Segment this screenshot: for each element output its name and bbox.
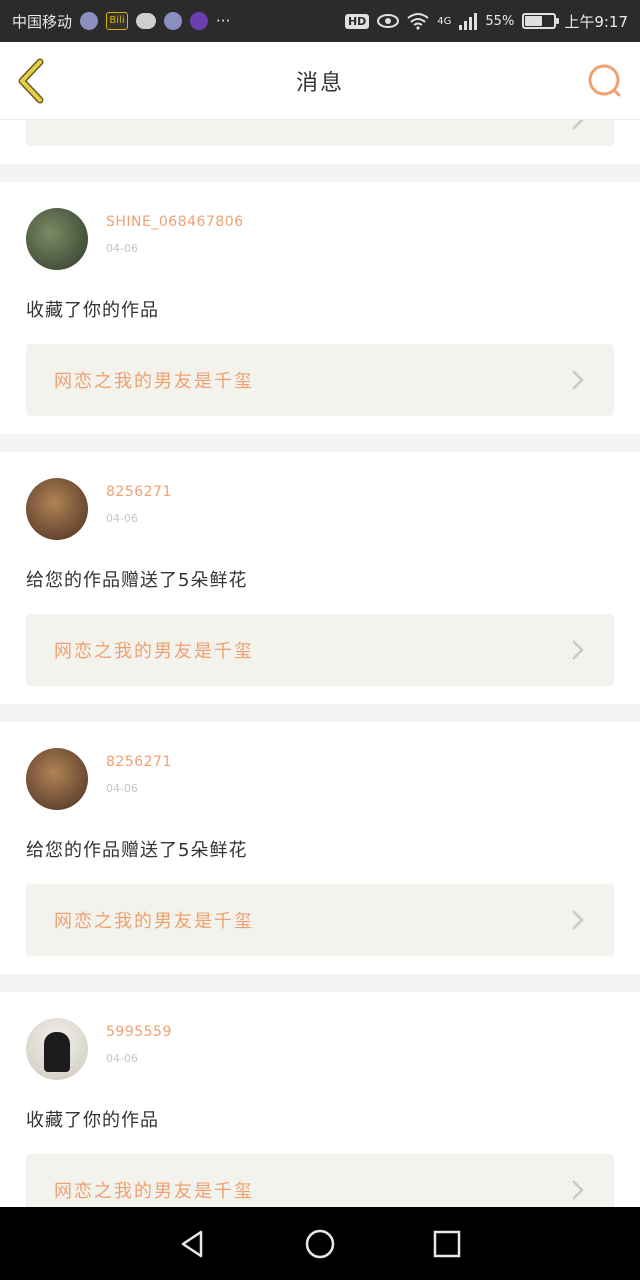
avatar[interactable] <box>26 478 88 540</box>
back-button[interactable] <box>14 58 54 104</box>
previous-work-link[interactable] <box>26 120 614 146</box>
user-row: 5995559 04-06 <box>26 1018 614 1080</box>
work-link[interactable]: 网恋之我的男友是千玺 <box>26 1154 614 1207</box>
battery-percent: 55% <box>485 13 515 29</box>
user-meta: 5995559 04-06 <box>106 1018 172 1065</box>
work-title: 网恋之我的男友是千玺 <box>54 371 254 392</box>
date: 04-06 <box>106 1052 138 1065</box>
app-header: 消息 <box>0 42 640 120</box>
user-row: 8256271 04-06 <box>26 478 614 540</box>
system-nav-bar <box>0 1207 640 1280</box>
notification-app-icon <box>80 12 99 30</box>
notification-card: 8256271 04-06 给您的作品赠送了5朵鲜花 网恋之我的男友是千玺 <box>0 722 640 974</box>
notification-app-icon-3 <box>190 12 209 30</box>
work-title: 网恋之我的男友是千玺 <box>54 641 254 662</box>
work-link[interactable]: 网恋之我的男友是千玺 <box>26 344 614 416</box>
date: 04-06 <box>106 512 138 525</box>
avatar[interactable] <box>26 748 88 810</box>
status-right: HD 4G 55% 上午9:17 <box>344 11 628 32</box>
search-icon <box>588 64 621 97</box>
work-title: 网恋之我的男友是千玺 <box>54 1181 254 1202</box>
user-meta: 8256271 04-06 <box>106 478 172 525</box>
notification-card: SHINE_068467806 04-06 收藏了你的作品 网恋之我的男友是千玺 <box>0 182 640 434</box>
search-button[interactable] <box>586 62 624 100</box>
message-text: 收藏了你的作品 <box>26 1110 159 1131</box>
user-row: 8256271 04-06 <box>26 748 614 810</box>
work-title: 网恋之我的男友是千玺 <box>54 911 254 932</box>
date: 04-06 <box>106 242 138 255</box>
chevron-right-icon <box>572 370 584 390</box>
eye-icon <box>377 14 400 28</box>
username[interactable]: SHINE_068467806 <box>106 214 244 230</box>
previous-card-partial <box>0 120 640 164</box>
network-type: 4G <box>437 15 452 27</box>
message-text: 给您的作品赠送了5朵鲜花 <box>26 840 248 861</box>
username[interactable]: 5995559 <box>106 1024 172 1040</box>
chevron-right-icon <box>572 640 584 660</box>
avatar[interactable] <box>26 208 88 270</box>
circle-home-icon[interactable] <box>300 1224 340 1264</box>
user-meta: SHINE_068467806 04-06 <box>106 208 244 255</box>
chevron-right-icon <box>572 1180 584 1200</box>
bilibili-icon: Bili <box>106 12 129 30</box>
signal-icon <box>459 12 478 30</box>
status-bar: 中国移动 Bili ··· HD 4G 55% 上午9:17 <box>0 0 640 42</box>
clock: 上午9:17 <box>564 12 628 31</box>
user-row: SHINE_068467806 04-06 <box>26 208 614 270</box>
message-text: 收藏了你的作品 <box>26 300 159 321</box>
wechat-icon <box>136 13 157 29</box>
notification-app-icon-2 <box>164 12 183 30</box>
chevron-right-icon <box>572 910 584 930</box>
username[interactable]: 8256271 <box>106 754 172 770</box>
carrier-label: 中国移动 <box>12 12 73 31</box>
hd-icon: HD <box>344 13 370 29</box>
username[interactable]: 8256271 <box>106 484 172 500</box>
wifi-icon <box>407 13 429 30</box>
battery-icon <box>522 13 560 29</box>
message-list[interactable]: SHINE_068467806 04-06 收藏了你的作品 网恋之我的男友是千玺… <box>0 120 640 1207</box>
status-left: 中国移动 Bili ··· <box>12 11 345 32</box>
message-text: 给您的作品赠送了5朵鲜花 <box>26 570 248 591</box>
date: 04-06 <box>106 782 138 795</box>
chevron-left-icon <box>18 58 44 104</box>
work-link[interactable]: 网恋之我的男友是千玺 <box>26 884 614 956</box>
user-meta: 8256271 04-06 <box>106 748 172 795</box>
notification-card: 5995559 04-06 收藏了你的作品 网恋之我的男友是千玺 <box>0 992 640 1207</box>
page-title: 消息 <box>295 70 344 96</box>
square-recent-icon[interactable] <box>427 1224 467 1264</box>
more-notifications-icon: ··· <box>216 12 231 30</box>
chevron-right-icon <box>572 120 584 130</box>
work-link[interactable]: 网恋之我的男友是千玺 <box>26 614 614 686</box>
avatar[interactable] <box>26 1018 88 1080</box>
triangle-back-icon[interactable] <box>173 1224 213 1264</box>
notification-card: 8256271 04-06 给您的作品赠送了5朵鲜花 网恋之我的男友是千玺 <box>0 452 640 704</box>
